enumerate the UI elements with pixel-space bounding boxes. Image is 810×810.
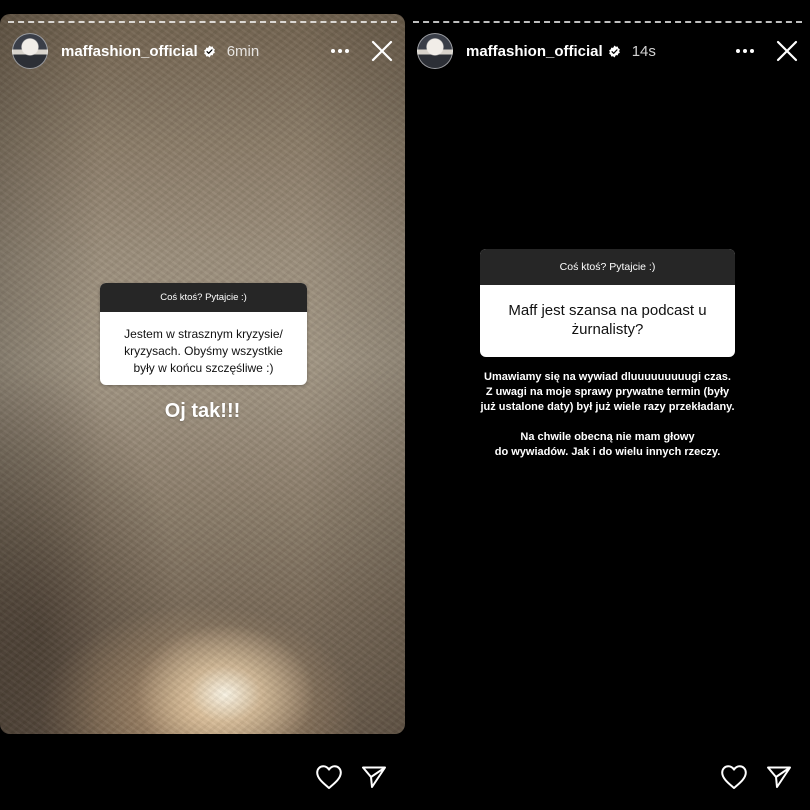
question-sticker: Coś ktoś? Pytajcie :) Jestem w strasznym… <box>100 283 307 385</box>
avatar[interactable] <box>417 33 453 69</box>
story-progress-bar <box>8 21 397 23</box>
question-sticker-title: Coś ktoś? Pytajcie :) <box>480 249 735 285</box>
story-panel-right[interactable]: maffashion_official 14s Coś ktoś? Pytajc… <box>405 0 810 810</box>
verified-badge-icon <box>203 45 215 57</box>
story-footer-actions <box>720 764 792 790</box>
username[interactable]: maffashion_official <box>61 43 198 60</box>
question-sticker: Coś ktoś? Pytajcie :) Maff jest szansa n… <box>480 249 735 357</box>
story-answer-paragraph-1: Umawiamy się na wywiad dluuuuuuuuugi cza… <box>480 371 735 413</box>
story-answer-paragraph-2: Na chwile obecną nie mam głowy do wywiad… <box>494 431 721 458</box>
story-header: maffashion_official 6min <box>12 32 395 70</box>
story-reply-text: Oj tak!!! <box>164 400 241 422</box>
post-time: 6min <box>226 42 260 60</box>
close-button[interactable] <box>369 38 395 64</box>
story-panel-left[interactable]: maffashion_official 6min Coś ktoś? Pytaj… <box>0 0 405 810</box>
send-icon[interactable] <box>766 765 792 789</box>
heart-icon[interactable] <box>720 764 748 790</box>
post-time: 14s <box>631 42 656 60</box>
avatar[interactable] <box>12 33 48 69</box>
more-horizontal-icon <box>736 49 754 53</box>
more-options-button[interactable] <box>329 40 351 62</box>
question-text: Jestem w strasznym kryzysie/ kryzysach. … <box>124 327 283 375</box>
heart-icon[interactable] <box>315 764 343 790</box>
question-text: Maff jest szansa na podcast u żurnalisty… <box>508 302 707 338</box>
question-sticker-title: Coś ktoś? Pytajcie :) <box>100 283 307 312</box>
more-options-button[interactable] <box>734 40 756 62</box>
close-icon <box>776 40 798 62</box>
story-progress-bar <box>413 21 802 23</box>
verified-badge-icon <box>608 45 620 57</box>
username[interactable]: maffashion_official <box>466 43 603 60</box>
story-footer-actions <box>315 764 387 790</box>
send-icon[interactable] <box>361 765 387 789</box>
close-button[interactable] <box>774 38 800 64</box>
close-icon <box>371 40 393 62</box>
more-horizontal-icon <box>331 49 349 53</box>
story-header: maffashion_official 14s <box>417 32 800 70</box>
